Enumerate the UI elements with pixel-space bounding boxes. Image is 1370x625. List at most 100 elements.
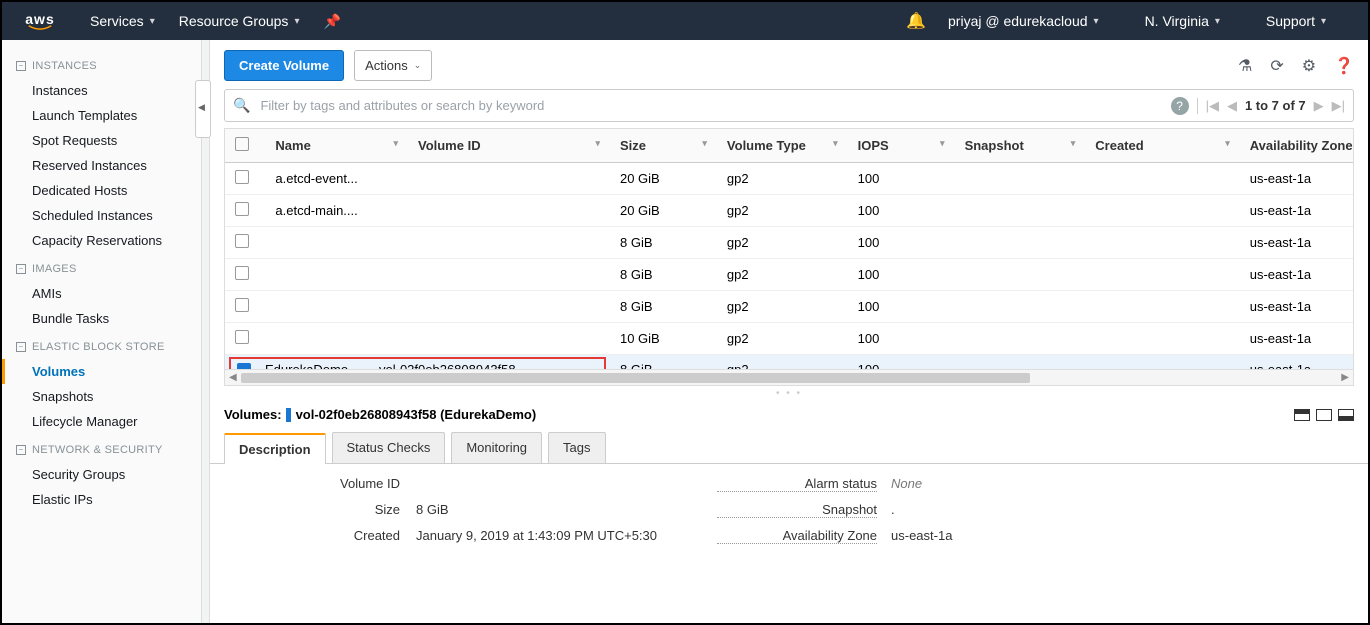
sidebar-item-launch-templates[interactable]: Launch Templates xyxy=(18,103,201,128)
tab-description[interactable]: Description xyxy=(224,433,326,464)
sort-icon[interactable]: ▾ xyxy=(595,138,600,149)
layout-stack-icon[interactable] xyxy=(1294,409,1310,421)
tab-monitoring[interactable]: Monitoring xyxy=(451,432,542,463)
sidebar-group-head[interactable]: −Network & Security xyxy=(16,444,201,456)
resource-groups-menu[interactable]: Resource Groups▾ xyxy=(179,13,300,29)
caret-down-icon: ⌄ xyxy=(414,60,422,71)
detail-body: Volume IDSize8 GiBCreatedJanuary 9, 2019… xyxy=(210,464,1368,556)
row-checkbox[interactable] xyxy=(235,202,249,216)
table-row[interactable]: a.etcd-main....20 GiBgp2100us-east-1aava… xyxy=(225,195,1354,227)
services-menu[interactable]: Services ▾ xyxy=(90,13,155,29)
sidebar-item-lifecycle-manager[interactable]: Lifecycle Manager xyxy=(18,409,201,434)
sidebar-group-head[interactable]: −Instances xyxy=(16,60,201,72)
layout-toggle[interactable] xyxy=(1294,409,1354,421)
col-snapshot[interactable]: Snapshot▾ xyxy=(955,129,1086,163)
sidebar-item-dedicated-hosts[interactable]: Dedicated Hosts xyxy=(18,178,201,203)
horizontal-scrollbar[interactable]: ◀ ▶ xyxy=(224,370,1354,386)
table-row[interactable]: 8 GiBgp2100us-east-1aavailable xyxy=(225,291,1354,323)
region-menu[interactable]: N. Virginia▾ xyxy=(1145,13,1220,29)
sidebar-splitter[interactable] xyxy=(202,40,210,623)
sidebar-group-head[interactable]: −Elastic Block Store xyxy=(16,341,201,353)
sort-icon[interactable]: ▾ xyxy=(393,138,398,149)
sidebar-item-volumes[interactable]: Volumes xyxy=(2,359,201,384)
table-row[interactable]: 10 GiBgp2100us-east-1aavailable xyxy=(225,323,1354,355)
sidebar-item-security-groups[interactable]: Security Groups xyxy=(18,462,201,487)
aws-logo[interactable]: aws xyxy=(20,11,60,31)
caret-down-icon: ▾ xyxy=(150,16,155,27)
pin-icon[interactable]: 📌 xyxy=(323,13,340,30)
sidebar-item-instances[interactable]: Instances xyxy=(18,78,201,103)
detail-value: . xyxy=(891,502,952,518)
table-row[interactable]: 8 GiBgp2100us-east-1aavailable xyxy=(225,227,1354,259)
sidebar-item-snapshots[interactable]: Snapshots xyxy=(18,384,201,409)
sort-icon[interactable]: ▾ xyxy=(940,138,945,149)
collapse-icon: − xyxy=(16,264,26,274)
detail-key: Snapshot xyxy=(717,502,877,518)
search-input[interactable] xyxy=(258,94,1162,117)
detail-value: None xyxy=(891,476,952,492)
filter-bar: 🔍 ? |◀ ◀ 1 to 7 of 7 ▶ ▶| xyxy=(224,89,1354,122)
collapse-icon: − xyxy=(16,342,26,352)
select-all-checkbox[interactable] xyxy=(235,137,249,151)
notifications-icon[interactable]: 🔔 xyxy=(906,11,926,31)
support-menu[interactable]: Support▾ xyxy=(1266,13,1326,29)
detail-value: us-east-1a xyxy=(891,528,952,544)
layout-split-icon[interactable] xyxy=(1316,409,1332,421)
labs-icon[interactable]: ⚗ xyxy=(1238,56,1252,76)
row-checkbox[interactable] xyxy=(235,266,249,280)
sidebar-item-spot-requests[interactable]: Spot Requests xyxy=(18,128,201,153)
sidebar-item-amis[interactable]: AMIs xyxy=(18,281,201,306)
col-availability-zone[interactable]: Availability Zone▾ xyxy=(1240,129,1354,163)
sort-icon[interactable]: ▾ xyxy=(1071,138,1076,149)
panel-resize-handle[interactable]: • • • xyxy=(210,386,1368,401)
refresh-icon[interactable]: ⟳ xyxy=(1270,56,1283,76)
row-checkbox[interactable] xyxy=(235,330,249,344)
col-iops[interactable]: IOPS▾ xyxy=(848,129,955,163)
table-row[interactable]: EdurekaDemovol-02f0eb26808943f588 GiBgp2… xyxy=(225,355,1354,371)
tab-status-checks[interactable]: Status Checks xyxy=(332,432,446,463)
col-volume-id[interactable]: Volume ID▾ xyxy=(408,129,610,163)
actions-button[interactable]: Actions ⌄ xyxy=(354,50,432,81)
page-prev-icon[interactable]: ◀ xyxy=(1227,98,1237,114)
sidebar-item-capacity-reservations[interactable]: Capacity Reservations xyxy=(18,228,201,253)
services-label: Services xyxy=(90,13,144,29)
account-menu[interactable]: priyaj @ edurekacloud▾ xyxy=(948,13,1099,29)
sidebar-group-head[interactable]: −Images xyxy=(16,263,201,275)
col-volume-type[interactable]: Volume Type▾ xyxy=(717,129,848,163)
tab-tags[interactable]: Tags xyxy=(548,432,605,463)
volumes-table: Name▾Volume ID▾Size▾Volume Type▾IOPS▾Sna… xyxy=(225,129,1354,370)
col-created[interactable]: Created▾ xyxy=(1085,129,1239,163)
sidebar-item-scheduled-instances[interactable]: Scheduled Instances xyxy=(18,203,201,228)
detail-key: Size xyxy=(250,502,400,518)
help-icon[interactable]: ❓ xyxy=(1334,56,1354,76)
col-size[interactable]: Size▾ xyxy=(610,129,717,163)
sidebar-item-bundle-tasks[interactable]: Bundle Tasks xyxy=(18,306,201,331)
pager: |◀ ◀ 1 to 7 of 7 ▶ ▶| xyxy=(1197,98,1345,114)
row-checkbox[interactable] xyxy=(235,298,249,312)
row-checkbox[interactable] xyxy=(237,363,251,371)
sort-icon[interactable]: ▾ xyxy=(702,138,707,149)
create-volume-button[interactable]: Create Volume xyxy=(224,50,344,81)
detail-title: vol-02f0eb26808943f58 (EdurekaDemo) xyxy=(296,407,537,422)
col-name[interactable]: Name▾ xyxy=(265,129,408,163)
volumes-table-wrap: Name▾Volume ID▾Size▾Volume Type▾IOPS▾Sna… xyxy=(224,128,1354,370)
filter-help-icon[interactable]: ? xyxy=(1171,97,1189,115)
sidebar-item-reserved-instances[interactable]: Reserved Instances xyxy=(18,153,201,178)
sort-icon[interactable]: ▾ xyxy=(1225,138,1230,149)
caret-down-icon: ▾ xyxy=(1094,16,1099,27)
page-range: 1 to 7 of 7 xyxy=(1245,98,1306,113)
actions-label: Actions xyxy=(365,58,408,73)
sort-icon[interactable]: ▾ xyxy=(833,138,838,149)
page-next-icon[interactable]: ▶ xyxy=(1314,98,1324,114)
global-nav: aws Services ▾ Resource Groups▾ 📌 🔔 priya… xyxy=(2,2,1368,40)
caret-down-icon: ▾ xyxy=(294,16,299,27)
sidebar-item-elastic-ips[interactable]: Elastic IPs xyxy=(18,487,201,512)
layout-bottom-icon[interactable] xyxy=(1338,409,1354,421)
row-checkbox[interactable] xyxy=(235,234,249,248)
row-checkbox[interactable] xyxy=(235,170,249,184)
table-row[interactable]: 8 GiBgp2100us-east-1aavailable xyxy=(225,259,1354,291)
table-row[interactable]: a.etcd-event...20 GiBgp2100us-east-1aava… xyxy=(225,163,1354,195)
settings-icon[interactable]: ⚙ xyxy=(1302,56,1316,76)
page-last-icon[interactable]: ▶| xyxy=(1332,98,1345,114)
page-first-icon[interactable]: |◀ xyxy=(1206,98,1219,114)
